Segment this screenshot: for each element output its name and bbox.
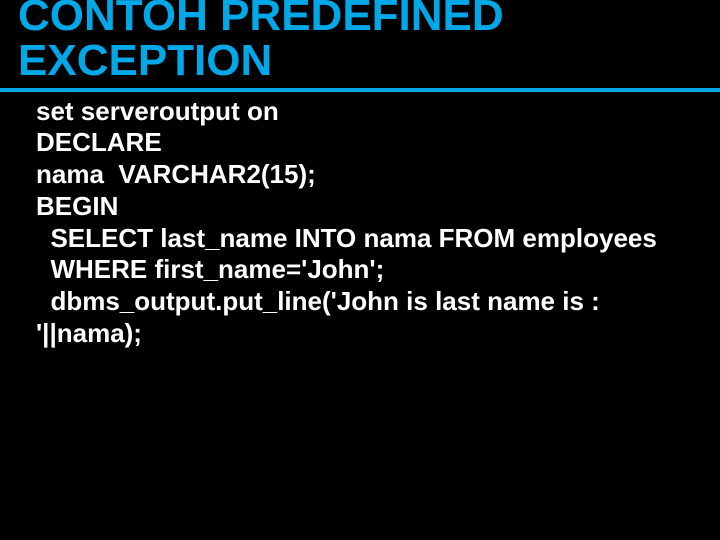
code-line: WHERE first_name='John'; [36, 254, 384, 284]
code-line: dbms_output.put_line('John is last name … [36, 286, 607, 348]
code-line: nama VARCHAR2(15); [36, 159, 316, 189]
code-line: SELECT last_name INTO nama FROM employee… [36, 223, 657, 253]
title-wrap: CONTOH PREDEFINED EXCEPTION [0, 0, 720, 92]
code-block: set serveroutput on DECLARE nama VARCHAR… [0, 92, 720, 350]
code-line: DECLARE [36, 127, 162, 157]
code-line: set serveroutput on [36, 96, 279, 126]
slide: CONTOH PREDEFINED EXCEPTION set serverou… [0, 0, 720, 540]
code-line: BEGIN [36, 191, 118, 221]
slide-title: CONTOH PREDEFINED EXCEPTION [0, 0, 720, 92]
